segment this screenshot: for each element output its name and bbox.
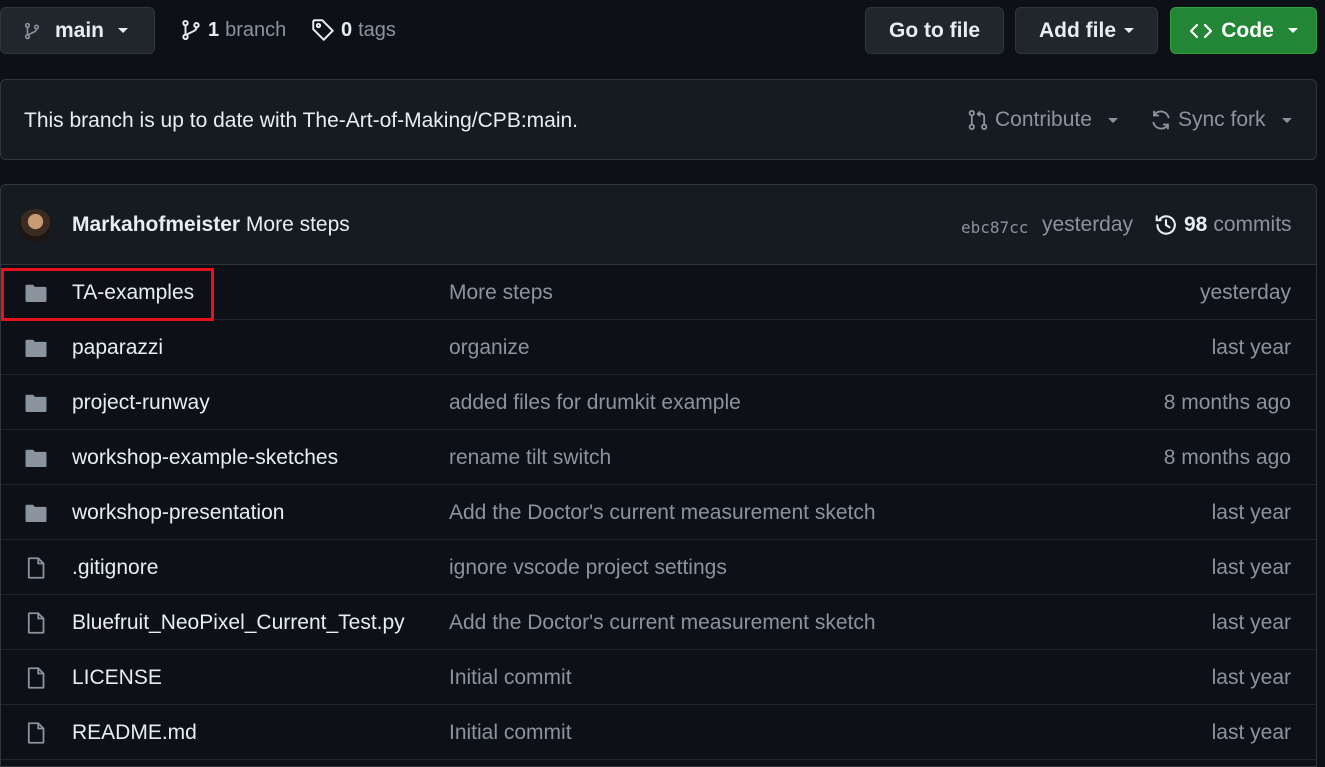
file-row[interactable]: paparazzi organize last year: [1, 320, 1316, 375]
tag-count: 0: [341, 18, 353, 41]
file-commit-age: last year: [1211, 611, 1291, 634]
tags-link[interactable]: 0 tags: [311, 18, 396, 42]
file-commit-message-link[interactable]: organize: [449, 336, 530, 360]
file-commit-age: last year: [1211, 666, 1291, 689]
latest-commit-bar: Markahofmeister More steps ebc87cc yeste…: [1, 185, 1316, 265]
latest-commit-message: Markahofmeister More steps: [72, 213, 350, 237]
sync-icon: [1150, 109, 1172, 131]
file-commit-message-link[interactable]: Add the Doctor's current measurement ske…: [449, 501, 876, 525]
file-row[interactable]: workshop-presentation Add the Doctor's cu…: [1, 485, 1316, 540]
file-name-link[interactable]: TA-examples: [72, 281, 194, 305]
folder-icon: [24, 501, 48, 525]
file-commit-message-link[interactable]: More steps: [449, 281, 553, 305]
file-row[interactable]: TA-examples More steps yesterday: [1, 265, 1316, 320]
folder-icon: [24, 391, 48, 415]
file-commit-message-link[interactable]: Initial commit: [449, 666, 572, 690]
file-commit-message-link[interactable]: Add the Doctor's current measurement ske…: [449, 611, 876, 635]
file-browser: Markahofmeister More steps ebc87cc yeste…: [0, 184, 1317, 767]
git-branch-icon: [23, 20, 41, 42]
contribute-button[interactable]: Contribute: [967, 108, 1118, 132]
chevron-down-icon: [1107, 117, 1118, 123]
commit-sha-link[interactable]: ebc87cc: [961, 218, 1028, 237]
tag-word: tags: [358, 18, 396, 41]
file-commit-age: 8 months ago: [1163, 446, 1291, 469]
sync-fork-label: Sync fork: [1178, 108, 1266, 131]
file-commit-message-link[interactable]: Initial commit: [449, 721, 572, 745]
contribute-label: Contribute: [995, 108, 1092, 131]
code-brackets-icon: [1189, 21, 1213, 41]
history-icon: [1154, 213, 1178, 237]
file-row[interactable]: workshop-example-sketches rename tilt swi…: [1, 430, 1316, 485]
branches-link[interactable]: 1 branch: [180, 18, 286, 42]
file-commit-age: 8 months ago: [1163, 391, 1291, 414]
file-name-link[interactable]: Bluefruit_NeoPixel_Current_Test.py: [72, 611, 405, 635]
commit-count-word: commits: [1213, 213, 1292, 236]
branch-count: 1: [208, 18, 220, 41]
file-row[interactable]: README.md Initial commit last year: [1, 705, 1316, 760]
file-row[interactable]: .gitignore ignore vscode project settings…: [1, 540, 1316, 595]
file-icon: [24, 666, 48, 690]
chevron-down-icon: [1124, 28, 1134, 33]
folder-icon: [24, 336, 48, 360]
tag-icon: [311, 18, 335, 42]
chevron-down-icon: [1281, 117, 1292, 123]
fork-status-panel: This branch is up to date with The-Art-o…: [0, 79, 1317, 160]
go-to-file-button[interactable]: Go to file: [865, 7, 1004, 54]
branch-selector-button[interactable]: main: [0, 7, 155, 54]
code-label: Code: [1221, 18, 1274, 42]
file-name-link[interactable]: workshop-example-sketches: [72, 446, 338, 470]
file-icon: [24, 611, 48, 635]
pull-request-icon: [967, 108, 989, 132]
avatar[interactable]: [19, 209, 52, 242]
file-name-link[interactable]: project-runway: [72, 391, 210, 415]
commit-message-link[interactable]: More steps: [246, 213, 350, 236]
folder-icon: [24, 446, 48, 470]
code-button[interactable]: Code: [1170, 7, 1317, 54]
file-name-link[interactable]: LICENSE: [72, 666, 162, 690]
file-commit-message-link[interactable]: added files for drumkit example: [449, 391, 741, 415]
sync-fork-button[interactable]: Sync fork: [1150, 108, 1292, 132]
add-file-label: Add file: [1039, 18, 1116, 42]
file-commit-age: last year: [1211, 721, 1291, 744]
add-file-button[interactable]: Add file: [1015, 7, 1158, 54]
file-row[interactable]: project-runway added files for drumkit ex…: [1, 375, 1316, 430]
commit-count: 98: [1184, 213, 1208, 236]
file-commit-age: last year: [1211, 336, 1291, 359]
file-name-link[interactable]: README.md: [72, 721, 197, 745]
commit-time: yesterday: [1042, 213, 1134, 236]
git-branch-icon: [180, 18, 202, 42]
fork-status-message: This branch is up to date with The-Art-o…: [24, 109, 579, 132]
file-commit-message-link[interactable]: rename tilt switch: [449, 446, 611, 470]
branch-word: branch: [225, 18, 287, 41]
go-to-file-label: Go to file: [889, 18, 980, 42]
chevron-down-icon: [118, 28, 129, 33]
chevron-down-icon: [1287, 28, 1298, 33]
commits-history-link[interactable]: 98 commits: [1154, 213, 1292, 237]
file-list: TA-examples More steps yesterday paparazzi o…: [1, 265, 1316, 760]
commit-author-link[interactable]: Markahofmeister: [72, 213, 240, 236]
file-name-link[interactable]: paparazzi: [72, 336, 163, 360]
file-commit-message-link[interactable]: ignore vscode project settings: [449, 556, 727, 580]
file-icon: [24, 721, 48, 745]
file-name-link[interactable]: .gitignore: [72, 556, 158, 580]
file-icon: [24, 556, 48, 580]
branch-name: main: [55, 18, 105, 42]
file-row[interactable]: Bluefruit_NeoPixel_Current_Test.py Add th…: [1, 595, 1316, 650]
file-commit-age: yesterday: [1199, 281, 1291, 304]
file-row[interactable]: LICENSE Initial commit last year: [1, 650, 1316, 705]
file-commit-age: last year: [1211, 501, 1291, 524]
file-commit-age: last year: [1211, 556, 1291, 579]
file-name-link[interactable]: workshop-presentation: [72, 501, 284, 525]
folder-icon: [24, 281, 48, 305]
